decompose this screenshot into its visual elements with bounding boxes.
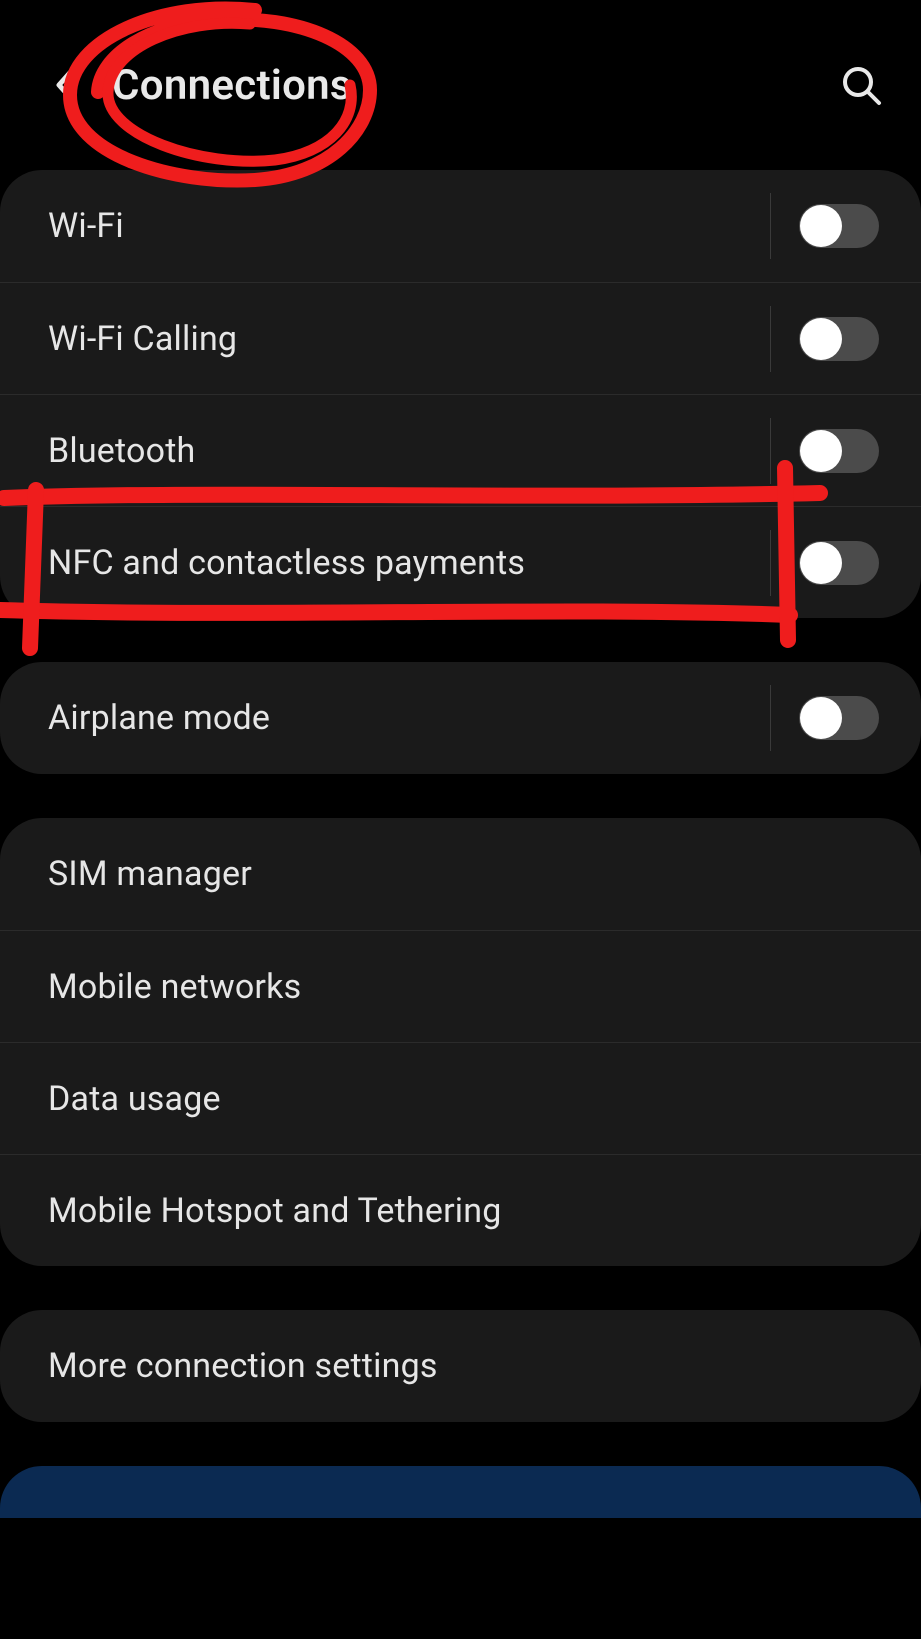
settings-group-1: Wi-Fi Wi-Fi Calling Bluetooth NFC and co… [0, 170, 921, 618]
toggle-track [799, 429, 879, 473]
row-data-usage[interactable]: Data usage [0, 1042, 921, 1154]
toggle-track [799, 204, 879, 248]
toggle-knob [800, 205, 842, 247]
row-airplane-mode[interactable]: Airplane mode [0, 662, 921, 774]
settings-group-3: SIM manager Mobile networks Data usage M… [0, 818, 921, 1266]
toggle-nfc[interactable] [770, 530, 879, 596]
search-icon [839, 63, 883, 107]
toggle-airplane-mode[interactable] [770, 685, 879, 751]
row-more-connection-settings[interactable]: More connection settings [0, 1310, 921, 1422]
toggle-track [799, 541, 879, 585]
toggle-wifi[interactable] [770, 193, 879, 259]
toggle-knob [800, 430, 842, 472]
chevron-left-icon [53, 63, 81, 107]
row-label: More connection settings [48, 1346, 879, 1386]
row-label: SIM manager [48, 854, 879, 894]
toggle-bluetooth[interactable] [770, 418, 879, 484]
back-button[interactable] [44, 62, 90, 108]
row-label: Airplane mode [48, 698, 770, 738]
toggle-wifi-calling[interactable] [770, 306, 879, 372]
settings-group-4: More connection settings [0, 1310, 921, 1422]
row-label: Data usage [48, 1079, 879, 1119]
search-button[interactable] [835, 59, 887, 111]
row-nfc[interactable]: NFC and contactless payments [0, 506, 921, 618]
header-bar: Connections [0, 0, 921, 170]
settings-group-2: Airplane mode [0, 662, 921, 774]
page-title: Connections [112, 61, 352, 110]
toggle-knob [800, 697, 842, 739]
toggle-knob [800, 542, 842, 584]
row-label: Mobile networks [48, 967, 879, 1007]
toggle-knob [800, 318, 842, 360]
row-label: NFC and contactless payments [48, 543, 770, 583]
toggle-track [799, 317, 879, 361]
row-sim-manager[interactable]: SIM manager [0, 818, 921, 930]
row-wifi[interactable]: Wi-Fi [0, 170, 921, 282]
row-wifi-calling[interactable]: Wi-Fi Calling [0, 282, 921, 394]
row-bluetooth[interactable]: Bluetooth [0, 394, 921, 506]
row-label: Mobile Hotspot and Tethering [48, 1191, 879, 1231]
tip-card[interactable] [0, 1466, 921, 1518]
row-mobile-hotspot[interactable]: Mobile Hotspot and Tethering [0, 1154, 921, 1266]
row-label: Wi-Fi Calling [48, 319, 770, 359]
row-mobile-networks[interactable]: Mobile networks [0, 930, 921, 1042]
row-label: Bluetooth [48, 431, 770, 471]
toggle-track [799, 696, 879, 740]
row-label: Wi-Fi [48, 206, 770, 246]
